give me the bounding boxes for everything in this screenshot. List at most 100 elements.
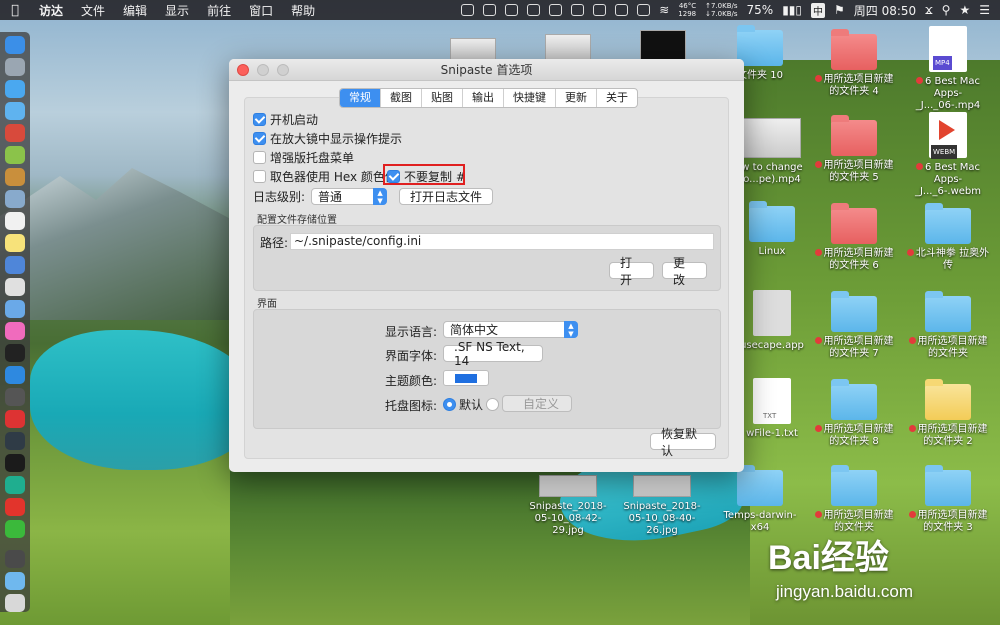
desktop-folder[interactable]: 用所选项目新建的文件夹 6 (812, 203, 896, 272)
desktop-file[interactable]: Snipaste_2018-05-10_08-40-26.jpg (620, 475, 704, 537)
tab-capture[interactable]: 截图 (380, 89, 421, 107)
calendar-icon[interactable] (5, 212, 25, 230)
network-readout[interactable]: ↑7.0KB/s ↓7.0KB/s (705, 2, 737, 18)
tab-output[interactable]: 输出 (462, 89, 503, 107)
close-button[interactable] (237, 64, 249, 76)
desktop-folder[interactable]: Temps-darwin-x64 (718, 465, 802, 534)
wechat-icon[interactable] (5, 520, 25, 538)
status-app-icon[interactable] (549, 4, 563, 16)
android-icon[interactable] (5, 146, 25, 164)
desktop-thumbnail[interactable] (545, 34, 591, 60)
app-store-icon[interactable] (5, 102, 25, 120)
open-config-button[interactable]: 打开 (609, 256, 654, 287)
trash-icon[interactable] (5, 594, 25, 612)
reset-defaults-button[interactable]: 恢复默认 (650, 427, 716, 458)
desktop-file[interactable]: 6 Best Mac Apps-_J..._06-.mp4 (906, 26, 990, 112)
menu-window[interactable]: 窗口 (240, 2, 282, 19)
autostart-option[interactable]: 开机启动 (253, 111, 318, 128)
language-select[interactable]: 简体中文 ▲ ▼ (443, 321, 578, 338)
tab-about[interactable]: 关于 (596, 89, 637, 107)
config-path-field[interactable]: ~/.snipaste/config.ini (290, 233, 714, 250)
terminal-icon[interactable] (5, 344, 25, 362)
minimize-button[interactable] (257, 64, 269, 76)
iphone-icon[interactable] (5, 550, 25, 568)
tray-custom-button[interactable]: 自定义 (502, 395, 572, 412)
safari-icon[interactable] (5, 80, 25, 98)
tab-paste[interactable]: 贴图 (421, 89, 462, 107)
input-method-indicator[interactable]: 中 (811, 2, 825, 18)
zoom-button[interactable] (277, 64, 289, 76)
menu-help[interactable]: 帮助 (282, 2, 324, 19)
bluetooth-icon[interactable]: ϫ (925, 3, 933, 17)
search-icon[interactable]: ⚲ (942, 3, 951, 17)
desktop-thumbnail[interactable] (640, 30, 686, 60)
menu-go[interactable]: 前往 (198, 2, 240, 19)
autostart-checkbox[interactable] (253, 113, 266, 126)
flag-icon[interactable]: ⚑ (834, 3, 845, 17)
open-log-button[interactable]: 打开日志文件 (399, 188, 494, 205)
desktop-file[interactable]: 6 Best Mac Apps-_J..._6-.webm (906, 112, 990, 198)
desktop-folder[interactable]: 用所选项目新建的文件夹 8 (812, 379, 896, 448)
clock[interactable]: 周四 08:50 (854, 2, 916, 19)
tab-general[interactable]: 常规 (340, 89, 380, 107)
status-app-icon[interactable] (483, 4, 497, 16)
desktop-file[interactable]: Snipaste_2018-05-10_08-42-29.jpg (526, 475, 610, 537)
app-icon[interactable] (5, 168, 25, 186)
downloads-folder-icon[interactable] (5, 572, 25, 590)
console-icon[interactable] (5, 454, 25, 472)
battery-percent[interactable]: 75% (747, 3, 774, 17)
desktop-folder[interactable]: 用所选项目新建的文件夹 7 (812, 291, 896, 360)
hex-color-checkbox[interactable] (253, 170, 266, 183)
menu-edit[interactable]: 编辑 (114, 2, 156, 19)
desktop-folder[interactable]: 北斗神拳 拉奥外传 (906, 203, 990, 272)
desktop-folder[interactable]: 用所选项目新建的文件夹 4 (812, 29, 896, 98)
theme-color-swatch[interactable] (443, 370, 489, 386)
battery-icon[interactable]: ▮▮▯ (782, 3, 802, 17)
app-icon[interactable] (5, 476, 25, 494)
desktop-folder[interactable]: 用所选项目新建的文件夹 (812, 465, 896, 534)
tray-custom-radio[interactable] (486, 398, 499, 411)
app-icon[interactable] (5, 124, 25, 142)
activity-monitor-icon[interactable] (5, 432, 25, 450)
launchpad-icon[interactable] (5, 58, 25, 76)
desktop-thumbnail[interactable] (450, 38, 496, 60)
show-hints-option[interactable]: 在放大镜中显示操作提示 (253, 130, 402, 147)
preview-icon[interactable] (5, 190, 25, 208)
desktop-folder[interactable]: 用所选项目新建的文件夹 2 (906, 379, 990, 448)
status-app-icon[interactable] (505, 4, 519, 16)
siri-icon[interactable]: ★ (959, 3, 970, 17)
status-app-icon[interactable] (637, 4, 651, 16)
status-app-icon[interactable] (593, 4, 607, 16)
desktop-folder[interactable]: 用所选项目新建的文件夹 (906, 291, 990, 360)
menu-view[interactable]: 显示 (156, 2, 198, 19)
tray-default-radio[interactable] (443, 398, 456, 411)
status-app-icon[interactable] (615, 4, 629, 16)
netease-music-icon[interactable] (5, 498, 25, 516)
reminders-icon[interactable] (5, 278, 25, 296)
desktop-folder[interactable]: 用所选项目新建的文件夹 5 (812, 115, 896, 184)
hex-color-option[interactable]: 取色器使用 Hex 颜色值 (253, 168, 397, 185)
window-titlebar[interactable]: Snipaste 首选项 (229, 59, 744, 81)
photos-icon[interactable] (5, 322, 25, 340)
font-select-button[interactable]: .SF NS Text, 14 (443, 340, 543, 368)
menu-app-name[interactable]: 访达 (30, 2, 72, 19)
cpu-readout[interactable]: 46°C 1298 (678, 2, 696, 18)
status-app-icon[interactable] (461, 4, 475, 16)
app-icon[interactable] (5, 300, 25, 318)
menu-file[interactable]: 文件 (72, 2, 114, 19)
log-level-select[interactable]: 普通 ▲ ▼ (311, 188, 388, 205)
change-config-button[interactable]: 更改 (662, 256, 707, 287)
desktop-folder[interactable]: 用所选项目新建的文件夹 3 (906, 465, 990, 534)
finder-icon[interactable] (5, 36, 25, 54)
show-hints-checkbox[interactable] (253, 132, 266, 145)
status-app-icon[interactable] (571, 4, 585, 16)
xcode-icon[interactable] (5, 366, 25, 384)
apple-menu-icon[interactable]:  (0, 3, 30, 18)
enhanced-tray-option[interactable]: 增强版托盘菜单 (253, 149, 354, 166)
enhanced-tray-checkbox[interactable] (253, 151, 266, 164)
notes-icon[interactable] (5, 234, 25, 252)
wifi-icon[interactable]: ≋ (659, 3, 669, 17)
status-app-icon[interactable] (527, 4, 541, 16)
notification-center-icon[interactable]: ☰ (979, 3, 990, 17)
tab-update[interactable]: 更新 (555, 89, 596, 107)
